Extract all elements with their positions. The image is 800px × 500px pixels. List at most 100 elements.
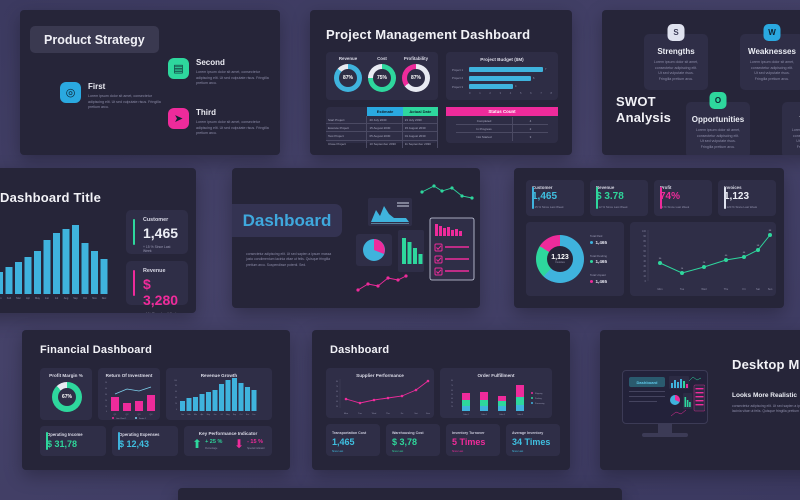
- svg-text:Aug: Aug: [226, 413, 229, 416]
- card-operating-income[interactable]: Operating Income $ 31,78: [40, 426, 106, 456]
- donut-label: Profitability: [403, 56, 429, 61]
- donut-chart: 1,123 Invoices: [536, 235, 584, 283]
- slide-supply-dashboard[interactable]: Dashboard Supplier Performance 80 70 60 50…: [312, 330, 570, 470]
- swot-card-strengths[interactable]: S Strengths Lorem ipsum dolor sit amet, …: [644, 24, 708, 90]
- svg-text:80: 80: [451, 380, 453, 382]
- svg-text:Dec: Dec: [252, 414, 255, 416]
- legend-item: Total Unpaid 1,465: [590, 273, 607, 284]
- card-value: 1,465: [332, 437, 355, 447]
- svg-text:Mon: Mon: [657, 287, 663, 291]
- swot-label: Strengths: [657, 47, 695, 56]
- bars: [180, 378, 257, 411]
- page-title: Dashboard Title: [0, 190, 102, 205]
- svg-text:Mon: Mon: [344, 413, 349, 415]
- svg-text:Dec: Dec: [102, 296, 107, 300]
- slide-dashboard-hero[interactable]: Dashboard consectetur adipiscing elit. U…: [232, 168, 480, 308]
- card-warehousing-cost[interactable]: Warehousing Cost $ 3,78 Since Last: [386, 424, 440, 456]
- legend-item: Total Paid 1,465: [590, 234, 607, 245]
- table-row: In Progress 2: [456, 125, 548, 134]
- svg-text:Jan: Jan: [0, 296, 2, 300]
- kpi-sub: + 12 % Since Last Week: [596, 205, 628, 209]
- svg-text:Q4: Q4: [150, 414, 154, 416]
- kpi-sub: + 15 % Since Last Week: [532, 205, 564, 209]
- feature-item-second[interactable]: ▤ Second Lorem ipsum dolor sit amet, con…: [168, 58, 272, 87]
- donut-value: 75%: [376, 75, 387, 81]
- kpi-label: Customer: [532, 185, 553, 190]
- feature-label: First: [88, 82, 106, 91]
- kpi-value: - 15 %: [247, 438, 263, 445]
- svg-text:40: 40: [725, 255, 728, 257]
- svg-text:26: 26: [703, 262, 706, 264]
- supplier-line-chart: 80 70 60 50 40 30 Mon Tue Wed Thu Fri Sat Sun: [336, 379, 431, 415]
- svg-text:0: 0: [176, 409, 177, 411]
- status-count-header: Status Count: [446, 107, 558, 116]
- svg-text:Wed: Wed: [372, 413, 377, 415]
- svg-text:Mar: Mar: [194, 414, 197, 416]
- clipboard-icon: ▤: [168, 58, 189, 79]
- slide-dashboard-title[interactable]: Dashboard Title Jan Feb Mar Apr May Jun: [0, 168, 196, 313]
- page-title: Dashboard: [330, 344, 390, 356]
- slide-swot-analysis[interactable]: SWOT Analysis S Strengths Lorem ipsum do…: [602, 10, 800, 155]
- card-value: 5 Times: [452, 437, 486, 447]
- kpi-card-customer[interactable]: Customer 1,465 + 15 % Since Last Week: [126, 210, 188, 254]
- svg-text:Processing: Processing: [535, 402, 544, 405]
- slide-project-management[interactable]: Project Management Dashboard Revenue 87%…: [310, 10, 572, 155]
- kpi-sub: Special Indicator: [247, 446, 265, 450]
- svg-text:Thu: Thu: [724, 287, 729, 291]
- card-label: Inventory Turnover: [452, 431, 485, 435]
- svg-text:10: 10: [643, 275, 646, 278]
- svg-text:40: 40: [336, 401, 338, 403]
- kpi-down-item: ⬇ - 15 % Special Indicator: [234, 438, 265, 450]
- kpi-card-customer[interactable]: Customer 1,465 + 15 % Since Last Week: [526, 180, 584, 216]
- swot-card-opportunities[interactable]: O Opportunities Lorem ipsum dolor sit am…: [686, 92, 750, 155]
- svg-text:50: 50: [336, 396, 338, 398]
- svg-text:Sat: Sat: [414, 412, 418, 415]
- card-label: Transportation Cost: [332, 431, 367, 435]
- card-transportation-cost[interactable]: Transportation Cost 1,465 Since Last: [326, 424, 380, 456]
- swot-title: SWOT Analysis: [616, 94, 672, 126]
- kpi-card-revenue[interactable]: Revenue $ 3.78 + 12 % Since Last Week: [590, 180, 648, 216]
- order-fulfillment-panel: Order Fulfillment 80 70 60 50 40 30 20 O…: [440, 368, 552, 418]
- svg-text:Shipping: Shipping: [535, 393, 542, 395]
- slide-gallery: Product Strategy ◎ First Lorem ipsum dol…: [0, 0, 800, 500]
- feature-item-third[interactable]: ➤ Third Lorem ipsum dolor sit amet, cons…: [168, 108, 272, 137]
- kpi-value: $ 3.78: [596, 191, 624, 202]
- arrow-up-icon: ⬆: [192, 437, 203, 451]
- estimate-table-panel: Estimate Actual Date Start Project 20 Ju…: [326, 107, 438, 148]
- donut-center-value: 1,123: [551, 254, 569, 261]
- donut-revenue: Revenue 87%: [334, 56, 362, 92]
- slide-partial-bottom[interactable]: [178, 488, 622, 500]
- swot-badge-o: O: [709, 92, 727, 109]
- status-rows: Completed 4 In Progress 2 Not Started 3: [456, 117, 548, 141]
- card-average-inventory[interactable]: Average Inventory 34 Times Since Last: [506, 424, 560, 456]
- kpi-sub: - 4 % Since Last Week: [143, 312, 179, 313]
- svg-text:Thu: Thu: [386, 413, 391, 415]
- kpi-card-profit[interactable]: Profit 74% - 3 % Since Last Week: [654, 180, 712, 216]
- svg-text:90: 90: [643, 235, 646, 238]
- svg-text:May: May: [207, 414, 210, 416]
- kpi-card-revenue[interactable]: Revenue $ 3,280 - 4 % Since Last Week: [126, 261, 188, 313]
- monitor-base: [642, 433, 688, 437]
- card-label: Average Inventory: [512, 431, 544, 435]
- swot-card-weaknesses[interactable]: W Weaknesses Lorem ipsum dolor sit amet,…: [740, 24, 800, 90]
- svg-text:Jan: Jan: [181, 414, 184, 416]
- card-operating-expenses[interactable]: Operating Expenses $ 12,43: [112, 426, 178, 456]
- swot-card-threats[interactable]: T Threats Lorem ipsum dolor sit amet, co…: [782, 102, 800, 155]
- legend-item: Total Pending 1,465: [590, 253, 607, 264]
- budget-xaxis: 012345678: [469, 92, 552, 95]
- card-inventory-turnover[interactable]: Inventory Turnover 5 Times Since Last: [446, 424, 500, 456]
- swot-label: Weaknesses: [748, 47, 796, 56]
- page-title: Financial Dashboard: [40, 344, 152, 356]
- slide-desktop-mockup[interactable]: Dashboard Desktop M Looks More Realistic…: [600, 330, 800, 470]
- slide-kpi-overview[interactable]: Customer 1,465 + 15 % Since Last Week Re…: [514, 168, 784, 308]
- svg-text:30: 30: [105, 394, 107, 396]
- table-body: Start Project 20 July 2030 21 July 2030 …: [326, 116, 438, 148]
- feature-item-first[interactable]: ◎ First Lorem ipsum dolor sit amet, cons…: [60, 82, 164, 111]
- slide-product-strategy[interactable]: Product Strategy ◎ First Lorem ipsum dol…: [20, 10, 280, 155]
- slide-financial-dashboard[interactable]: Financial Dashboard Profit Margin % 67% …: [22, 330, 290, 470]
- screen-charts: [669, 376, 705, 417]
- revenue-growth-chart: 1008060 40200 Jan Feb Mar Apr May Jun Ju…: [174, 378, 257, 416]
- kpi-card-invoices[interactable]: Invoices 1,123 + 120 % Since Last Week: [718, 180, 776, 216]
- subtitle: Looks More Realistic: [732, 392, 798, 399]
- svg-text:Jun: Jun: [214, 414, 217, 416]
